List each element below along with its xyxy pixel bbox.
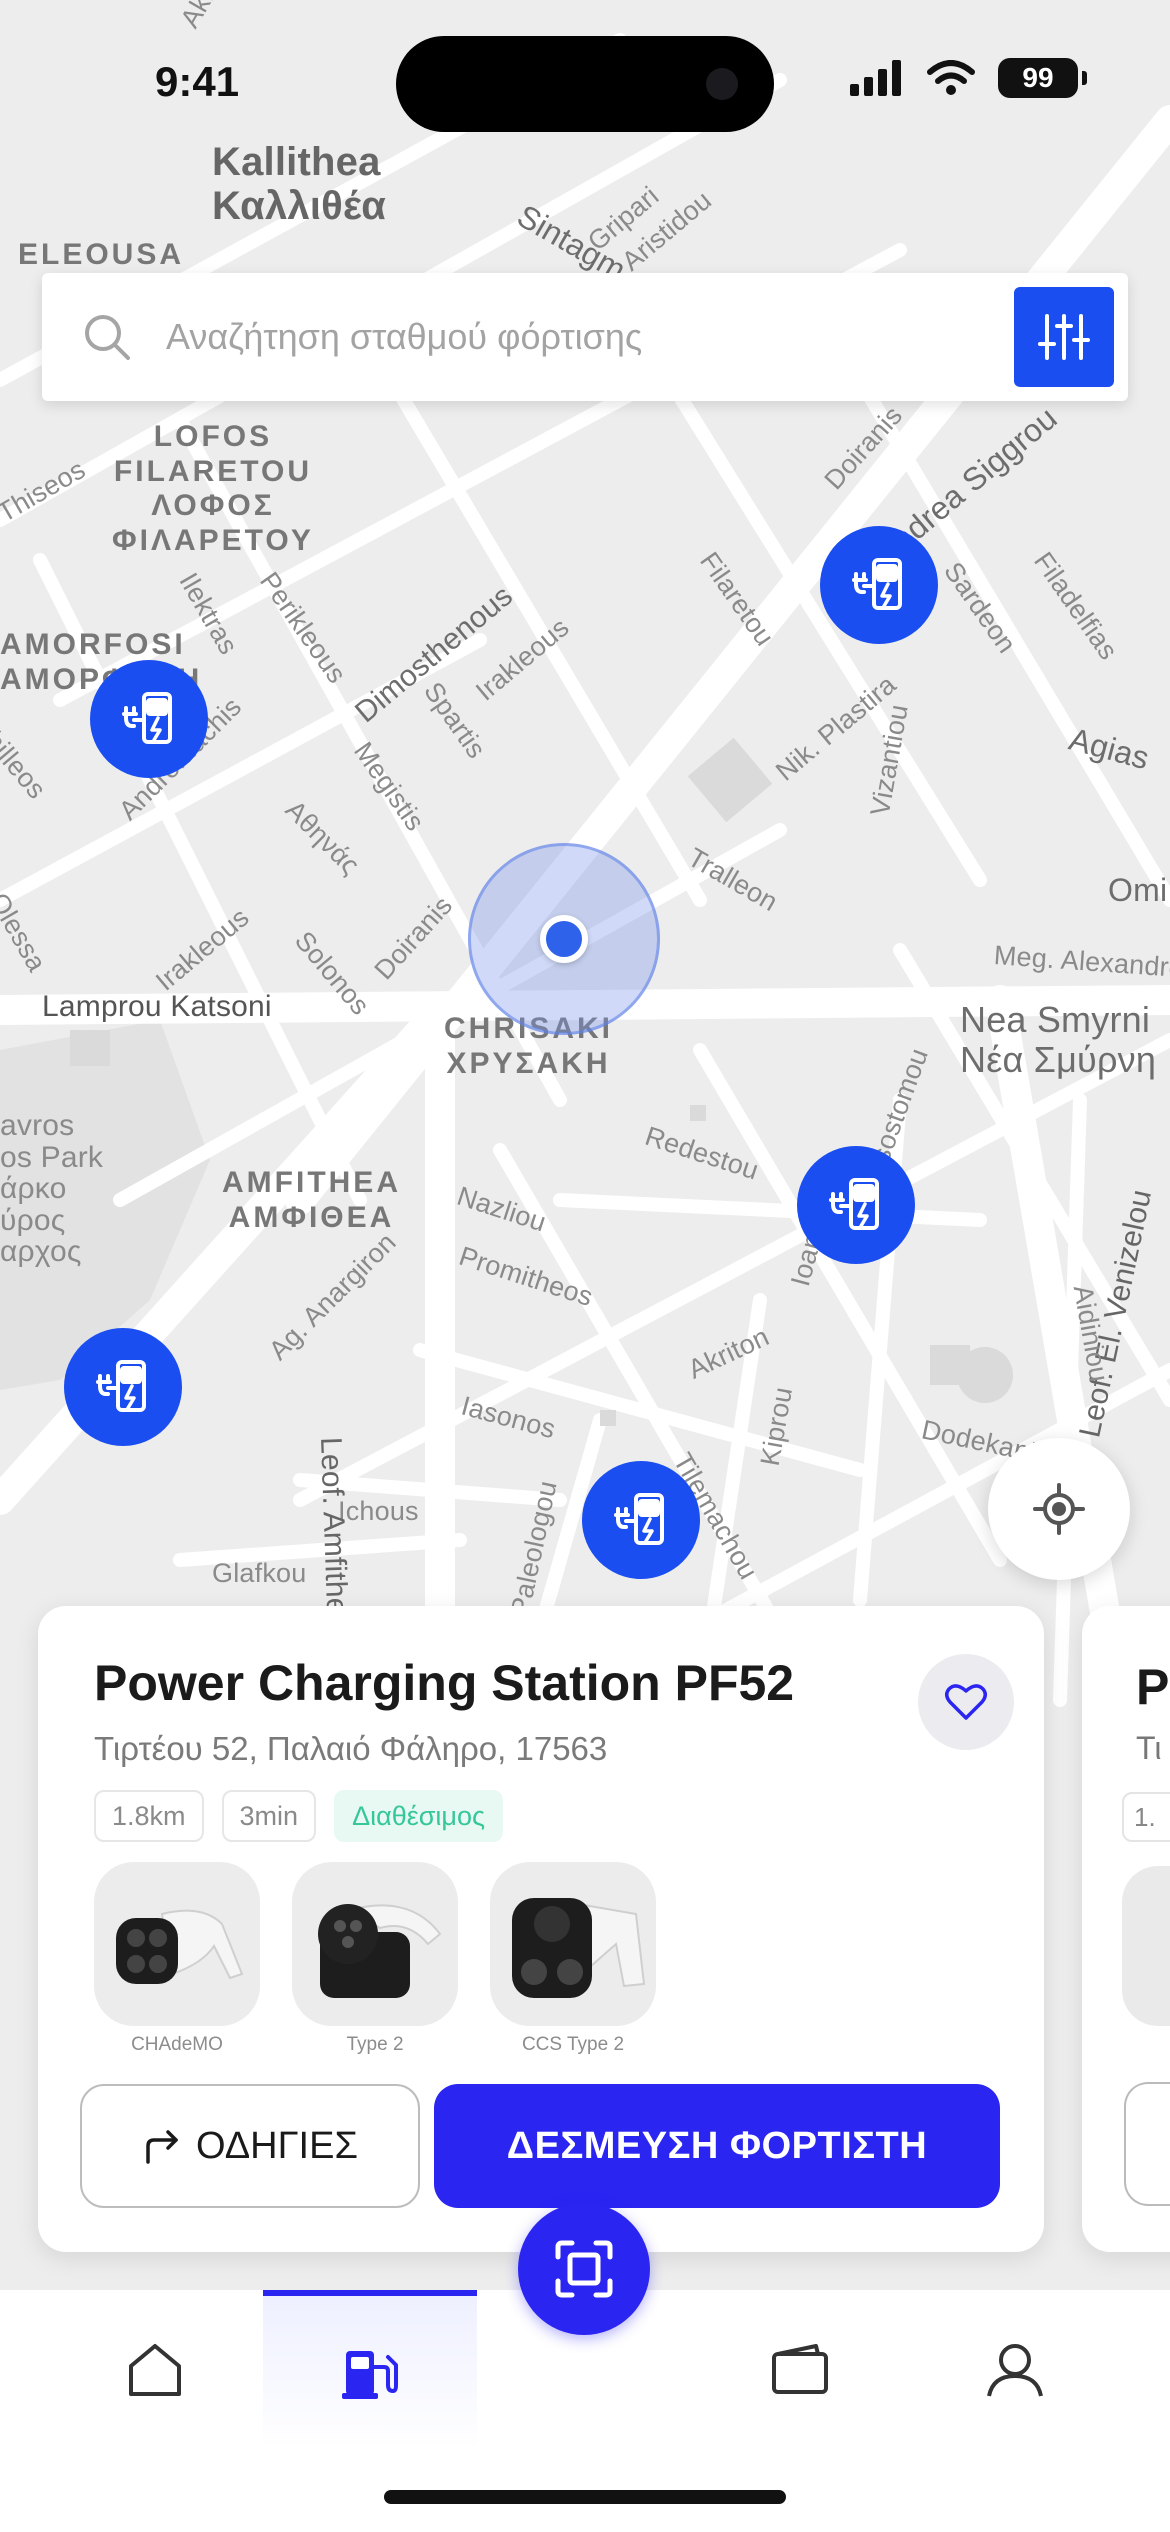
connector-chademo[interactable]: CHAdeMO [94,1862,260,2056]
map-label-lamprou: Lamprou Katsoni [42,990,272,1023]
map-label-glafkou: Glafkou [212,1558,307,1588]
next-station-chip: 1. [1122,1792,1170,1842]
home-indicator [384,2490,786,2504]
status-time: 9:41 [155,58,240,105]
sliders-icon [1038,314,1090,360]
search-bar [42,273,1128,401]
reserve-label: ΔΕΣΜΕΥΣΗ ΦΟΡΤΙΣΤΗ [506,2124,928,2167]
map-label-lofos-filaretou: LOFOS FILARETOU ΛΟΦΟΣ ΦΙΛΑΡΕΤΟΥ [112,420,314,557]
station-card[interactable]: Power Charging Station PF52 Τιρτέου 52, … [38,1606,1044,2252]
connector-label: CHAdeMO [131,2034,223,2055]
charging-station-pin[interactable] [797,1146,915,1264]
next-station-title: P [1136,1659,1170,1715]
wifi-icon [927,60,975,95]
map-label-amfithea: AMFITHEA ΑΜΦΙΘΕΑ [222,1166,401,1234]
station-name: Power Charging Station PF52 [94,1655,795,1711]
type2-plug-image [292,1862,458,2026]
filter-button[interactable] [1014,287,1114,387]
chademo-plug-image [94,1862,260,2026]
turn-right-icon [146,2130,178,2164]
connector-label: Type 2 [346,2034,404,2055]
next-station-card[interactable]: P Τι 1. [1082,1606,1170,2252]
connector-ccs-type2[interactable]: CCS Type 2 [490,1862,656,2056]
next-station-button[interactable] [1124,2082,1170,2206]
map-label-eleousa: ELEOUSA [18,238,185,271]
home-icon [129,2344,181,2396]
ev-charger-icon [852,558,902,610]
ccs-type2-plug-image [490,1862,656,2026]
connector-type2[interactable]: Type 2 [292,1862,458,2056]
reserve-charger-button[interactable]: ΔΕΣΜΕΥΣΗ ΦΟΡΤΙΣΤΗ [434,2084,1000,2208]
map-label-omi: Omi [1108,872,1168,908]
tab-wallet[interactable] [700,2290,900,2450]
tab-home[interactable] [60,2290,250,2450]
next-station-connector [1122,1866,1170,2026]
duration-chip: 3min [221,1790,317,1842]
tab-profile[interactable] [915,2290,1115,2450]
user-location-dot [540,915,588,963]
fuel-station-icon [342,2351,398,2399]
scan-icon [555,2240,613,2298]
ev-charger-icon [829,1178,879,1230]
directions-label: ΟΔΗΓΙΕΣ [196,2124,358,2167]
user-icon [987,2344,1043,2397]
front-camera [706,68,738,100]
distance-chip: 1.8km [94,1790,204,1842]
charging-station-pin[interactable] [64,1328,182,1446]
favorite-button[interactable] [918,1654,1014,1750]
connector-list: CHAdeMO Type 2 CCS Type 2 [94,1862,656,2056]
locate-me-button[interactable] [988,1438,1130,1580]
search-input[interactable] [166,316,946,358]
crosshair-icon [1033,1483,1085,1535]
search-icon [85,315,130,360]
map-label-ichous: Ichous [338,1496,419,1526]
battery-indicator: 99 [998,58,1087,98]
heart-icon [945,1684,987,1720]
charging-station-pin[interactable] [820,526,938,644]
wallet-icon [772,2344,828,2394]
ev-charger-icon [122,692,172,744]
scan-button[interactable] [518,2203,650,2335]
directions-button[interactable]: ΟΔΗΓΙΕΣ [80,2084,420,2208]
connector-label: CCS Type 2 [521,2034,625,2055]
status-indicators: 99 [850,58,1087,98]
map-label-kallithea: Kallithea Καλλιθέα [212,140,387,228]
tab-stations[interactable] [263,2290,477,2450]
map-label-nea-smyrni: Nea Smyrni Νέα Σμύρνη [960,999,1157,1080]
ev-charger-icon [614,1493,664,1545]
map-label-park: avros os Park άρκο ύρος αρχος [0,1109,104,1268]
cellular-signal-icon [850,60,901,96]
station-info-chips: 1.8km 3min Διαθέσιμος [94,1790,504,1842]
station-address: Τιρτέου 52, Παλαιό Φάληρο, 17563 [94,1730,608,1767]
availability-chip: Διαθέσιμος [334,1790,504,1842]
next-station-address: Τι [1136,1730,1162,1766]
charging-station-pin[interactable] [582,1461,700,1579]
ev-charger-icon [96,1360,146,1412]
charging-station-pin[interactable] [90,660,208,778]
